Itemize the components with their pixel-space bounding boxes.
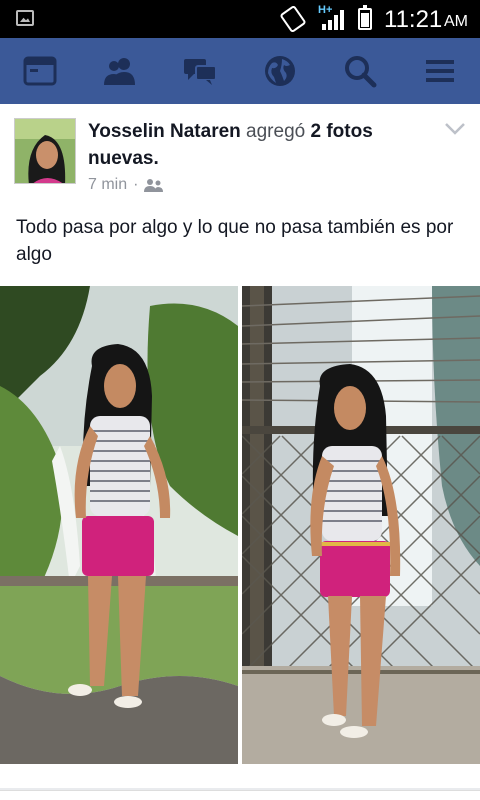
friend-requests-button[interactable] xyxy=(90,41,150,101)
chevron-down-icon[interactable] xyxy=(444,122,466,136)
post-header: Yosselin Nataren agregó 2 fotos nuevas. xyxy=(88,118,428,172)
top-nav-bar xyxy=(0,38,480,104)
screen-rotation-icon xyxy=(279,4,307,34)
signal-icon xyxy=(322,8,346,30)
status-bar: H+ 11:21 AM xyxy=(0,0,480,38)
menu-icon xyxy=(426,60,454,82)
post-timestamp[interactable]: 7 min xyxy=(88,176,127,194)
photo-suffix-link[interactable]: nuevas. xyxy=(88,148,159,169)
author-name[interactable]: Yosselin Nataren xyxy=(88,121,241,142)
messages-icon xyxy=(184,59,217,85)
news-feed-button[interactable] xyxy=(10,41,70,101)
menu-button[interactable] xyxy=(410,41,470,101)
friend-requests-icon xyxy=(104,58,135,85)
search-icon xyxy=(345,56,377,88)
post-text: Todo pasa por algo y lo que no pasa tamb… xyxy=(16,217,454,265)
notifications-button[interactable] xyxy=(250,41,310,101)
search-button[interactable] xyxy=(330,41,390,101)
photo-girl-waterfall xyxy=(0,286,238,764)
news-feed-icon xyxy=(23,56,57,86)
photo-girl-fence xyxy=(242,286,480,764)
photo-count-link[interactable]: 2 fotos xyxy=(311,121,373,142)
messages-button[interactable] xyxy=(170,41,230,101)
image-notification-icon xyxy=(16,10,34,26)
post-meta: 7 min · xyxy=(88,176,164,194)
clock: 11:21 xyxy=(384,6,443,33)
next-post-edge xyxy=(0,790,480,800)
post-photo-1[interactable] xyxy=(0,286,238,764)
meta-separator: · xyxy=(133,176,139,193)
post-verb: agregó xyxy=(246,121,306,142)
notifications-globe-icon xyxy=(265,56,295,86)
battery-icon xyxy=(358,5,372,30)
post-photo-2[interactable] xyxy=(242,286,480,764)
friends-icon xyxy=(144,179,164,192)
clock-ampm: AM xyxy=(444,13,468,30)
avatar[interactable] xyxy=(14,118,76,184)
feed-post-card: Yosselin Nataren agregó 2 fotos nuevas. … xyxy=(0,104,480,788)
